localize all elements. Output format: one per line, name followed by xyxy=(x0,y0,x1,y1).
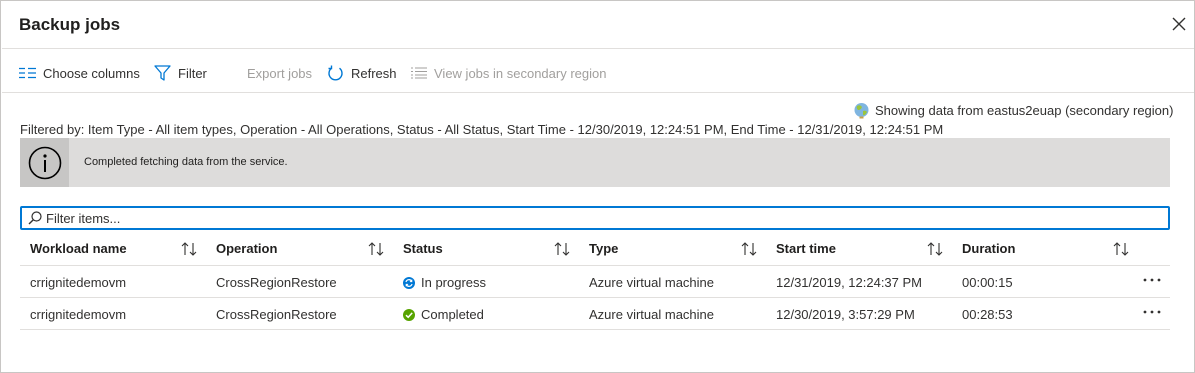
region-note: Showing data from eastus2euap (secondary… xyxy=(853,102,1173,119)
refresh-icon xyxy=(328,65,343,81)
info-message: Completed fetching data from the service… xyxy=(84,156,288,168)
more-options-icon[interactable] xyxy=(1141,307,1163,321)
search-input[interactable] xyxy=(46,210,1146,226)
sort-icon[interactable] xyxy=(740,241,758,257)
columns-icon xyxy=(19,67,36,79)
filter-icon xyxy=(154,65,171,81)
cell-start-time: 12/31/2019, 12:24:37 PM xyxy=(776,275,923,290)
search-icon xyxy=(28,211,42,225)
filter-label: Filter xyxy=(178,65,207,81)
refresh-label: Refresh xyxy=(351,65,397,81)
cell-status: In progress xyxy=(403,275,486,290)
cell-workload[interactable]: crrignitedemovm xyxy=(30,307,126,322)
sort-icon[interactable] xyxy=(926,241,944,257)
info-bar: Completed fetching data from the service… xyxy=(20,138,1170,187)
column-header-status[interactable]: Status xyxy=(403,241,443,256)
column-header-workload[interactable]: Workload name xyxy=(30,241,127,256)
more-options-icon[interactable] xyxy=(1141,275,1163,289)
header-divider xyxy=(2,48,1194,49)
choose-columns-button[interactable]: Choose columns xyxy=(19,63,140,83)
row-divider xyxy=(20,329,1170,330)
refresh-button[interactable]: Refresh xyxy=(327,63,397,83)
filter-button[interactable]: Filter xyxy=(154,63,207,83)
status-label: Completed xyxy=(421,307,484,322)
blade-title: Backup jobs xyxy=(19,15,121,34)
in-progress-icon xyxy=(403,276,415,289)
column-header-duration[interactable]: Duration xyxy=(962,241,1015,256)
cell-type: Azure virtual machine xyxy=(589,307,714,322)
region-note-text: Showing data from eastus2euap (secondary… xyxy=(875,103,1174,118)
column-header-start-time[interactable]: Start time xyxy=(776,241,836,256)
info-icon-box xyxy=(20,138,69,187)
sort-icon[interactable] xyxy=(553,241,571,257)
export-jobs-button[interactable]: Export jobs xyxy=(247,63,312,83)
list-icon xyxy=(411,67,427,79)
export-jobs-label: Export jobs xyxy=(247,65,313,81)
filter-items-search[interactable] xyxy=(20,206,1170,230)
cell-duration: 00:00:15 xyxy=(962,275,1013,290)
cell-workload[interactable]: crrignitedemovm xyxy=(30,275,126,290)
cell-start-time: 12/30/2019, 3:57:29 PM xyxy=(776,307,915,322)
cell-status: Completed xyxy=(403,307,484,322)
sort-icon[interactable] xyxy=(1112,241,1130,257)
toolbar-divider xyxy=(2,92,1194,93)
view-secondary-label: View jobs in secondary region xyxy=(434,65,607,81)
column-header-type[interactable]: Type xyxy=(589,241,618,256)
cell-type: Azure virtual machine xyxy=(589,275,714,290)
backup-jobs-blade: Backup jobs Choose columns Filter Export… xyxy=(0,0,1195,373)
globe-icon xyxy=(854,103,869,119)
cell-operation: CrossRegionRestore xyxy=(216,275,337,290)
close-icon[interactable] xyxy=(1169,14,1189,34)
column-header-operation[interactable]: Operation xyxy=(216,241,277,256)
filter-summary: Filtered by: Item Type - All item types,… xyxy=(20,122,944,137)
completed-check-icon xyxy=(403,308,415,321)
info-icon xyxy=(28,146,61,179)
sort-icon[interactable] xyxy=(180,241,198,257)
row-divider xyxy=(20,297,1170,298)
header-row-divider xyxy=(20,265,1170,266)
sort-icon[interactable] xyxy=(367,241,385,257)
cell-duration: 00:28:53 xyxy=(962,307,1013,322)
status-label: In progress xyxy=(421,275,487,290)
choose-columns-label: Choose columns xyxy=(43,65,140,81)
view-secondary-region-button[interactable]: View jobs in secondary region xyxy=(411,63,606,83)
cell-operation: CrossRegionRestore xyxy=(216,307,337,322)
